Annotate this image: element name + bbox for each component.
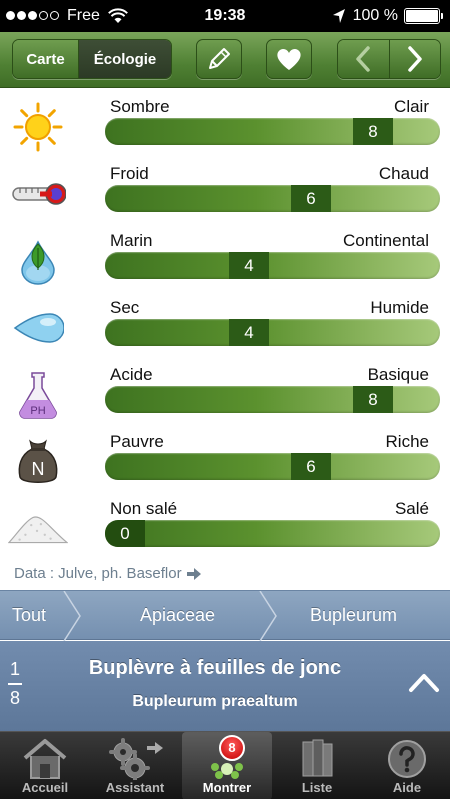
species-total: 8 bbox=[9, 688, 20, 708]
max-label: Salé bbox=[394, 499, 429, 518]
tab-liste[interactable]: Liste bbox=[272, 732, 362, 799]
salt-pile-icon bbox=[8, 505, 68, 553]
level-bar: 8 bbox=[105, 386, 440, 413]
ecology-row-continentality: Marin Continental 4 bbox=[0, 223, 450, 290]
favorite-button[interactable] bbox=[266, 39, 312, 79]
level-bar: 6 bbox=[105, 453, 440, 480]
breadcrumb-separator bbox=[259, 591, 277, 641]
credits-text: Data : Julve, ph. Baseflor bbox=[14, 565, 182, 582]
level-value: 8 bbox=[353, 118, 393, 145]
battery-percent: 100 % bbox=[352, 7, 398, 24]
min-label: Non salé bbox=[110, 499, 178, 518]
chevron-right-icon bbox=[408, 46, 422, 72]
tab-aide[interactable]: Aide bbox=[362, 732, 450, 799]
max-label: Humide bbox=[370, 298, 429, 317]
level-value: 0 bbox=[105, 520, 145, 547]
level-bar: 4 bbox=[105, 319, 440, 346]
prev-next-group bbox=[337, 39, 441, 79]
species-counter: 1 8 bbox=[8, 659, 22, 709]
species-index: 1 bbox=[9, 659, 20, 679]
level-bar: 0 bbox=[105, 520, 440, 547]
max-label: Basique bbox=[367, 365, 429, 384]
previous-button[interactable] bbox=[338, 40, 389, 78]
level-value: 8 bbox=[353, 386, 393, 413]
species-common-name: Buplèvre à feuilles de jonc bbox=[88, 657, 342, 679]
level-bar: 4 bbox=[105, 252, 440, 279]
tab-label: Liste bbox=[301, 780, 333, 795]
max-label: Riche bbox=[385, 432, 429, 451]
nitrogen-sack-icon: N bbox=[8, 438, 68, 486]
books-icon bbox=[302, 739, 333, 777]
ecology-row-ph: PH Acide Basique 8 bbox=[0, 357, 450, 424]
level-value: 6 bbox=[291, 453, 331, 480]
min-label: Sec bbox=[110, 298, 140, 317]
battery-icon bbox=[404, 8, 443, 24]
house-icon bbox=[23, 739, 67, 779]
edit-button[interactable] bbox=[196, 39, 242, 79]
leaf-drop-icon bbox=[8, 237, 68, 285]
sun-icon bbox=[8, 102, 68, 152]
chevron-left-icon bbox=[356, 46, 370, 72]
min-label: Pauvre bbox=[110, 432, 164, 451]
pencil-icon bbox=[209, 48, 230, 69]
ecology-row-light: Sombre Clair 8 bbox=[0, 89, 450, 156]
tab-accueil[interactable]: Accueil bbox=[0, 732, 90, 799]
tab-assistant[interactable]: Assistant bbox=[90, 732, 180, 799]
segment-carte[interactable]: Carte bbox=[13, 40, 79, 78]
status-bar: Free 19:38 100 % bbox=[0, 0, 450, 32]
view-segmented-control: Carte Écologie bbox=[12, 39, 172, 79]
tab-label: Assistant bbox=[105, 780, 165, 795]
min-label: Sombre bbox=[110, 97, 170, 116]
level-bar: 8 bbox=[105, 118, 440, 145]
tab-montrer[interactable]: 8 Montrer bbox=[182, 732, 272, 799]
heart-icon bbox=[277, 48, 301, 70]
ph-text: PH bbox=[30, 405, 45, 417]
breadcrumb-separator bbox=[63, 591, 81, 641]
breadcrumb-item-family[interactable]: Apiaceae bbox=[140, 605, 215, 626]
arrow-right-icon bbox=[186, 567, 201, 580]
ecology-row-nitrogen: N Pauvre Riche 6 bbox=[0, 424, 450, 491]
data-credits-link[interactable]: Data : Julve, ph. Baseflor bbox=[14, 565, 202, 582]
min-label: Acide bbox=[110, 365, 153, 384]
ph-flask-icon: PH bbox=[8, 371, 68, 419]
thermometer-icon bbox=[8, 170, 68, 218]
help-icon bbox=[388, 740, 426, 778]
water-drop-icon bbox=[8, 304, 68, 352]
breadcrumb: Tout Apiaceae Bupleurum bbox=[0, 590, 450, 641]
nitrogen-text: N bbox=[32, 459, 45, 479]
notification-badge: 8 bbox=[219, 735, 245, 761]
min-label: Froid bbox=[110, 164, 149, 183]
toolbar: Carte Écologie bbox=[0, 32, 450, 88]
next-button[interactable] bbox=[388, 40, 440, 78]
tab-bar: Accueil Assistant 8 Montrer Liste Aide bbox=[0, 731, 450, 799]
max-label: Chaud bbox=[378, 164, 429, 183]
level-bar: 6 bbox=[105, 185, 440, 212]
ecology-row-humidity: Sec Humide 4 bbox=[0, 290, 450, 357]
tab-label: Montrer bbox=[202, 780, 252, 795]
tab-label: Accueil bbox=[21, 780, 69, 795]
breadcrumb-item-genus[interactable]: Bupleurum bbox=[310, 605, 397, 626]
gears-icon bbox=[109, 738, 163, 780]
segment-ecologie[interactable]: Écologie bbox=[79, 40, 171, 78]
species-latin-name: Bupleurum praealtum bbox=[132, 693, 298, 710]
ecology-row-salinity: Non salé Salé 0 bbox=[0, 491, 450, 558]
chevron-up-icon[interactable] bbox=[406, 665, 442, 701]
level-value: 4 bbox=[229, 319, 269, 346]
ecology-row-temperature: Froid Chaud 6 bbox=[0, 156, 450, 223]
breadcrumb-item-tout[interactable]: Tout bbox=[12, 605, 46, 626]
max-label: Clair bbox=[394, 97, 429, 116]
location-arrow-icon bbox=[332, 9, 345, 23]
level-value: 6 bbox=[291, 185, 331, 212]
species-panel[interactable]: 1 8 Buplèvre à feuilles de jonc Bupleuru… bbox=[0, 641, 450, 731]
min-label: Marin bbox=[110, 231, 153, 250]
max-label: Continental bbox=[342, 231, 429, 250]
tab-label: Aide bbox=[392, 780, 422, 795]
level-value: 4 bbox=[229, 252, 269, 279]
